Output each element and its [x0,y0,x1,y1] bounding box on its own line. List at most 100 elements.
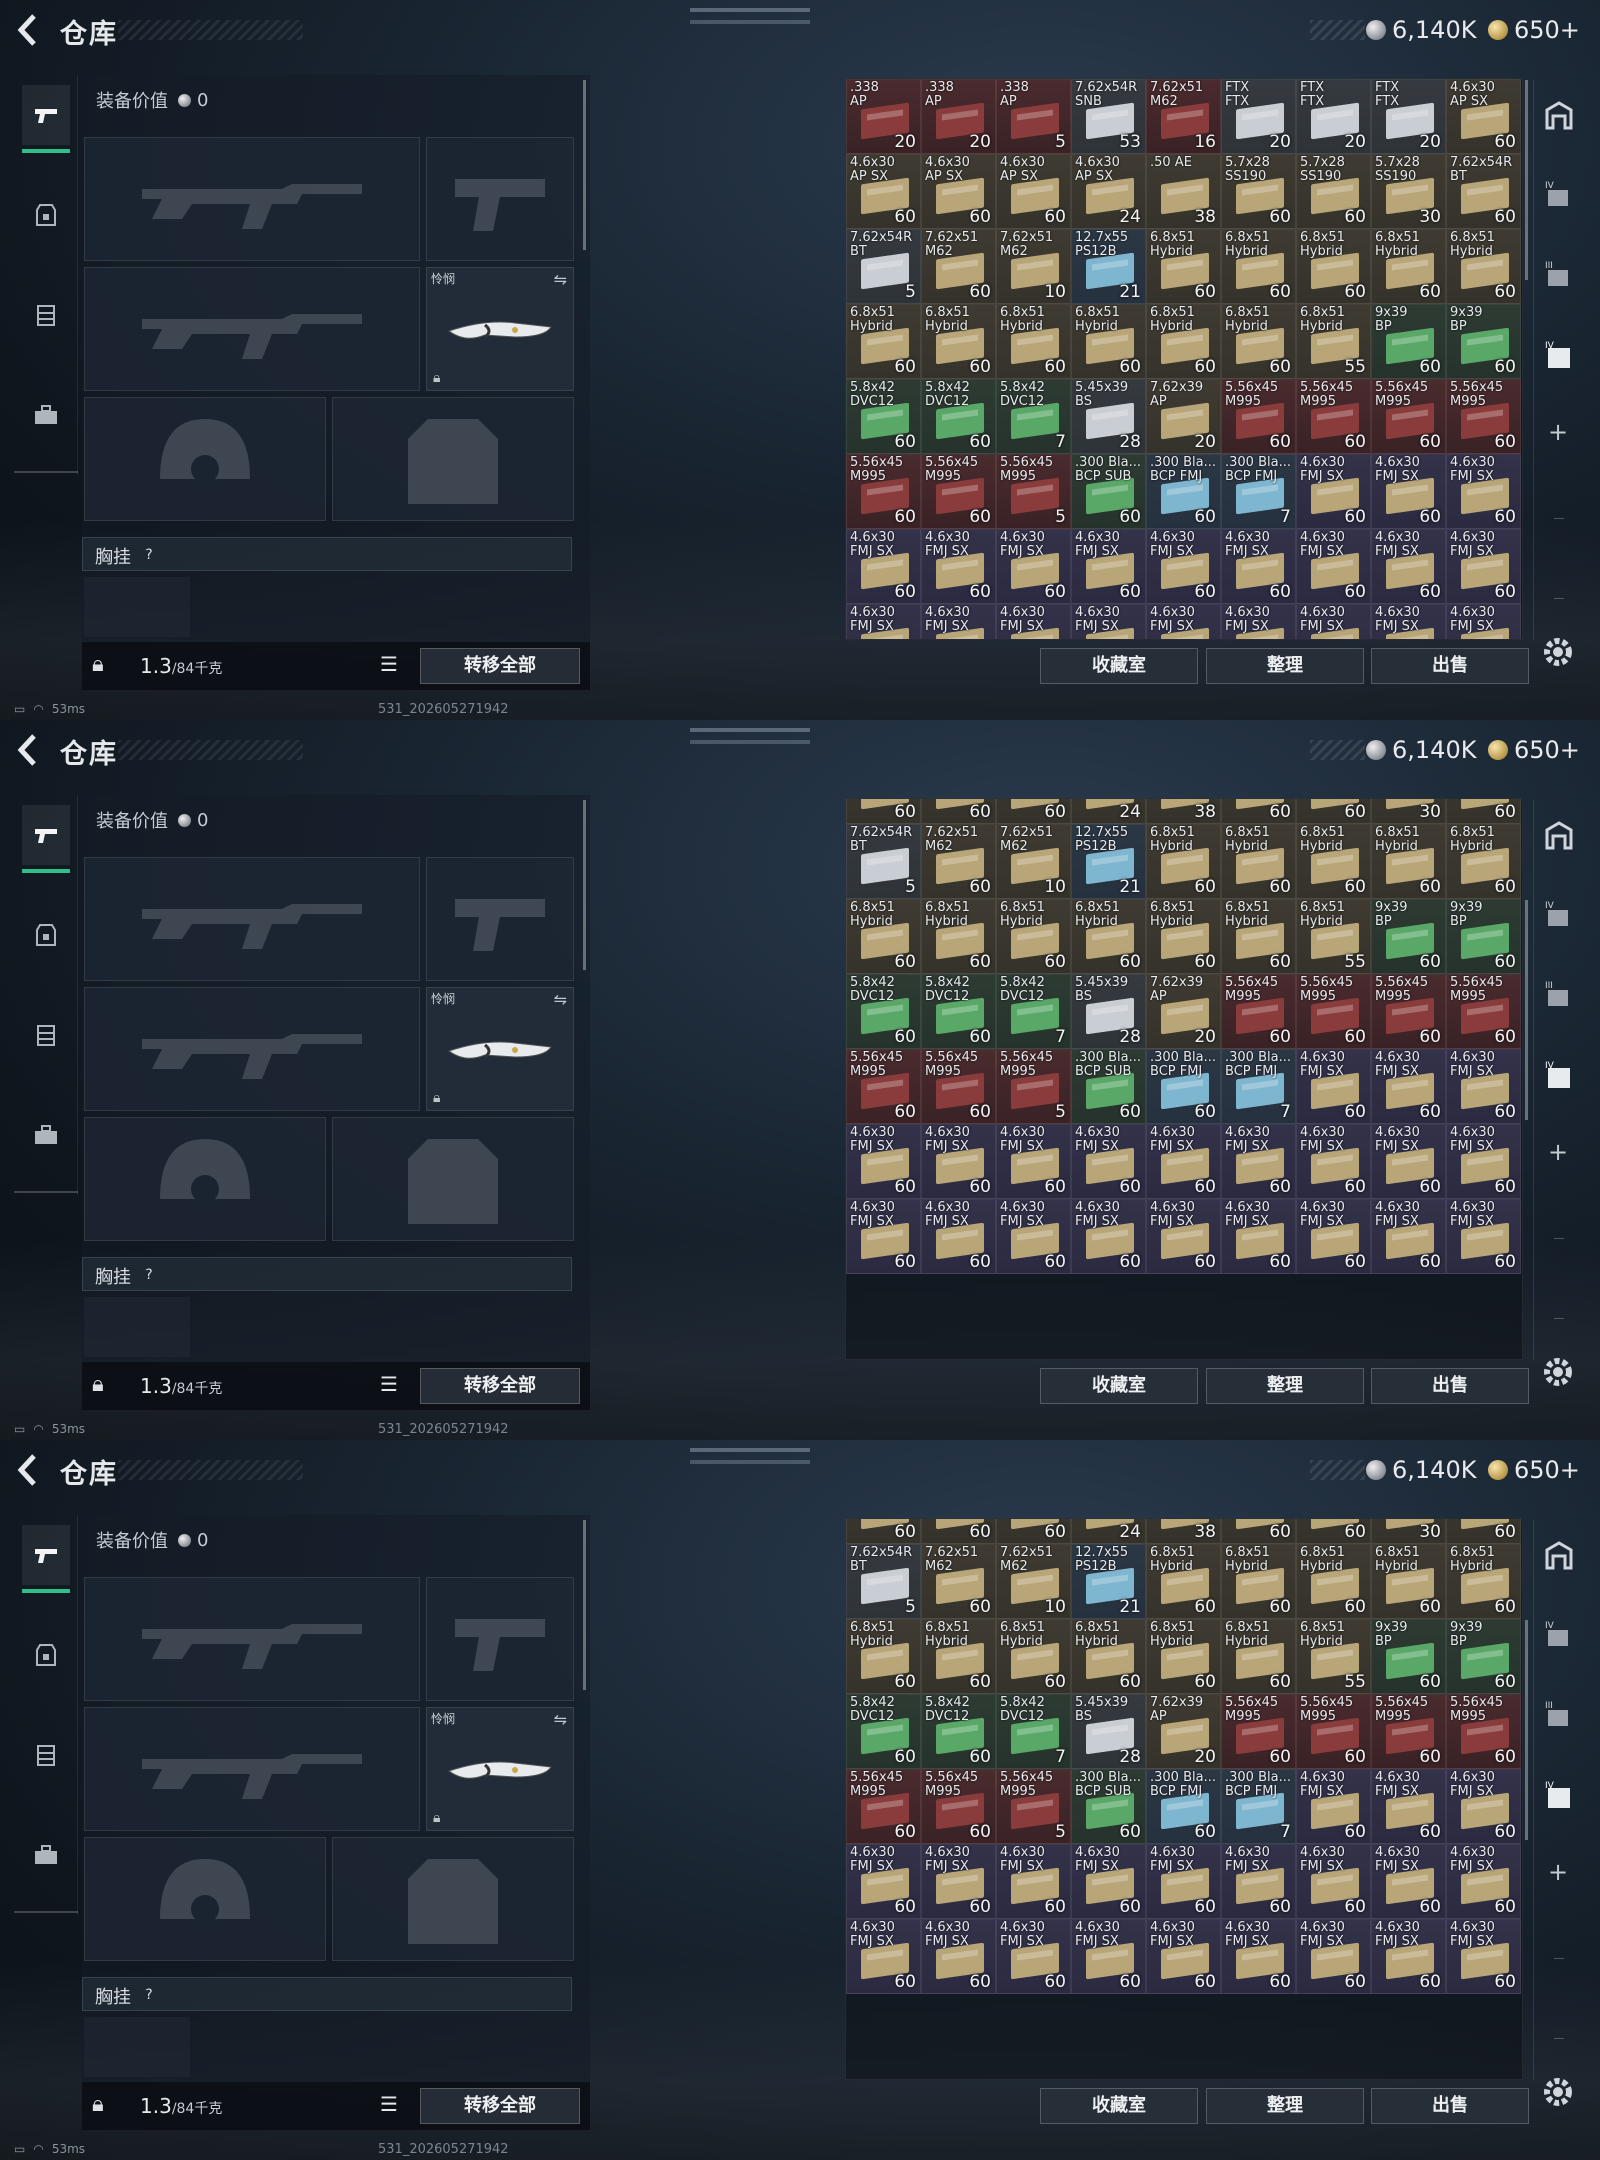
collection-button[interactable]: 收藏室 [1040,648,1198,684]
ammo-item[interactable]: 7.62x54R SNB 53 [1071,79,1146,154]
ammo-item[interactable]: 7.62x51 M62 60 [921,824,996,899]
ammo-item[interactable]: 4.6x30FMJ SX60 [1296,1919,1371,1994]
container-tab-4-icon[interactable]: IV [1542,898,1576,932]
add-container-icon[interactable]: + [1548,1858,1568,1886]
ammo-item[interactable]: 4.6x30FMJ SX60 [1446,454,1521,529]
ammo-item[interactable]: 4.6x30FMJ SX60 [1446,1919,1521,1994]
ammo-item[interactable]: 9x39 BP 60 [1371,899,1446,974]
ammo-item[interactable]: 4.6x30AP SX60 [846,154,921,229]
nav-armor-icon[interactable] [22,905,70,965]
loadout-scrollbar[interactable] [583,80,586,250]
transfer-all-button[interactable]: 转移全部 [420,2088,580,2124]
helmet-slot[interactable] [84,1117,326,1241]
nav-toolbox-icon[interactable] [22,1825,70,1885]
ammo-item[interactable]: 4.6x30FMJ SX60 [1296,604,1371,639]
ammo-item[interactable]: 5.56x45 M995 60 [921,1049,996,1124]
ammo-item[interactable]: 5.56x45 M995 60 [921,1769,996,1844]
ammo-item[interactable]: 5.56x45 M995 60 [1296,379,1371,454]
ammo-item[interactable]: 7.62x39 AP 20 [1146,379,1221,454]
ammo-item[interactable]: 5.8x42 DVC12 60 [921,379,996,454]
ammo-item[interactable]: .300 Bla... BCP FMJ 60 [1146,1769,1221,1844]
ammo-item[interactable]: 4.6x30FMJ SX60 [846,604,921,639]
ammo-item[interactable]: 4.6x30FMJ SX60 [921,529,996,604]
ammo-item[interactable]: 6.8x51 Hybrid 60 [1221,824,1296,899]
ammo-item[interactable]: 4.6x30FMJ SX60 [921,1199,996,1274]
ammo-item[interactable]: 5.56x45 M995 5 [996,1049,1071,1124]
loadout-scrollbar[interactable] [583,800,586,970]
ammo-item[interactable]: 5.56x45 M995 60 [846,1049,921,1124]
ammo-item[interactable]: 4.6x30FMJ SX60 [1446,529,1521,604]
sell-button[interactable]: 出售 [1371,648,1529,684]
swap-icon[interactable]: ⇋ [554,270,567,289]
ammo-item[interactable]: 6.8x51 Hybrid 60 [1146,1619,1221,1694]
container-tab-3-icon[interactable]: III [1542,1698,1576,1732]
ammo-item[interactable]: 5.56x45 M995 60 [846,1769,921,1844]
ammo-item[interactable]: 5.7x28SS19060 [1221,1519,1296,1544]
stash-scrollbar[interactable] [1525,80,1528,280]
melee-slot[interactable]: 怜悯 ⇋ 🔒︎ [426,267,574,391]
ammo-item[interactable]: 5.56x45 M995 60 [1296,974,1371,1049]
ammo-item[interactable]: 4.6x30FMJ SX60 [1146,1199,1221,1274]
chest-rig-header[interactable]: 胸挂 ? [82,537,572,571]
nav-toolbox-icon[interactable] [22,1105,70,1165]
ammo-item[interactable]: 5.8x42 DVC12 60 [846,974,921,1049]
ammo-item[interactable]: .300 Bla... BCP FMJ 7 [1221,1049,1296,1124]
ammo-item[interactable]: 5.56x45 M995 60 [1446,974,1521,1049]
ammo-item[interactable]: 5.8x42 DVC12 7 [996,1694,1071,1769]
container-tab-5-icon[interactable]: IV [1542,1778,1576,1812]
ammo-item[interactable]: 5.56x45 M995 60 [1371,1694,1446,1769]
ammo-item[interactable]: 4.6x30FMJ SX60 [1146,1919,1221,1994]
container-tab-5-icon[interactable]: IV [1542,1058,1576,1092]
ammo-item[interactable]: 5.8x42 DVC12 60 [921,974,996,1049]
ammo-item[interactable]: .50 AE38 [1146,1519,1221,1544]
transfer-all-button[interactable]: 转移全部 [420,648,580,684]
ammo-item[interactable]: 5.8x42 DVC12 60 [846,379,921,454]
helmet-slot[interactable] [84,1837,326,1961]
primary-weapon-slot[interactable] [84,1577,420,1701]
ammo-item[interactable]: 6.8x51 Hybrid 60 [996,304,1071,379]
collection-button[interactable]: 收藏室 [1040,2088,1198,2124]
ammo-item[interactable]: 4.6x30FMJ SX60 [846,1919,921,1994]
ammo-item[interactable]: 9x39 BP 60 [1446,304,1521,379]
ammo-item[interactable]: 5.8x42 DVC12 60 [846,1694,921,1769]
ammo-item[interactable]: 4.6x30FMJ SX60 [1446,604,1521,639]
ammo-item[interactable]: 5.7x28SS190 30 [1371,154,1446,229]
help-icon[interactable]: ? [139,1265,159,1285]
ammo-item[interactable]: 4.6x30FMJ SX60 [996,604,1071,639]
ammo-item[interactable]: 7.62x51 M62 10 [996,1544,1071,1619]
ammo-item[interactable]: 6.8x51 Hybrid 55 [1296,304,1371,379]
ammo-item[interactable]: .300 Bla... BCP FMJ 7 [1221,454,1296,529]
body-armor-slot[interactable] [332,1117,574,1241]
ammo-item[interactable]: 4.6x30FMJ SX60 [1221,1124,1296,1199]
nav-armor-icon[interactable] [22,1625,70,1685]
ammo-item[interactable]: 4.6x30FMJ SX60 [1371,1199,1446,1274]
ammo-item[interactable]: 5.7x28SS19060 [1296,1519,1371,1544]
nav-pistol-icon[interactable] [22,1525,70,1593]
container-tab-3-icon[interactable]: III [1542,978,1576,1012]
ammo-item[interactable]: 7.62x54R BT 5 [846,824,921,899]
nav-pistol-icon[interactable] [22,805,70,873]
body-armor-slot[interactable] [332,1837,574,1961]
list-view-icon[interactable]: ☰ [380,652,410,680]
ammo-item[interactable]: 4.6x30FMJ SX60 [1296,1124,1371,1199]
ammo-item[interactable]: 9x39 BP 60 [1446,899,1521,974]
transfer-all-button[interactable]: 转移全部 [420,1368,580,1404]
list-view-icon[interactable]: ☰ [380,1372,410,1400]
settings-gear-icon[interactable] [1540,1354,1576,1390]
ammo-item[interactable]: 5.56x45 M995 60 [1446,1694,1521,1769]
loadout-scrollbar[interactable] [583,1520,586,1690]
primary-weapon-slot[interactable] [84,137,420,261]
ammo-item[interactable]: 4.6x30AP SX60 [846,1519,921,1544]
stash-tab-icon[interactable] [1542,818,1576,852]
ammo-item[interactable]: 6.8x51 Hybrid 60 [1371,229,1446,304]
ammo-item[interactable]: 4.6x30FMJ SX60 [996,1124,1071,1199]
ammo-item[interactable]: 7.62x54RBT 60 [1446,154,1521,229]
ammo-item[interactable]: 6.8x51 Hybrid 60 [996,1619,1071,1694]
ammo-item[interactable]: 6.8x51 Hybrid 60 [1446,229,1521,304]
ammo-item[interactable]: 4.6x30FMJ SX60 [1071,1844,1146,1919]
stash-tab-icon[interactable] [1542,98,1576,132]
secondary-weapon-slot[interactable] [84,987,420,1111]
ammo-item[interactable]: 7.62x51 M62 10 [996,229,1071,304]
ammo-item[interactable]: 4.6x30FMJ SX60 [921,1124,996,1199]
ammo-item[interactable]: .300 Bla... BCP SUB 60 [1071,454,1146,529]
